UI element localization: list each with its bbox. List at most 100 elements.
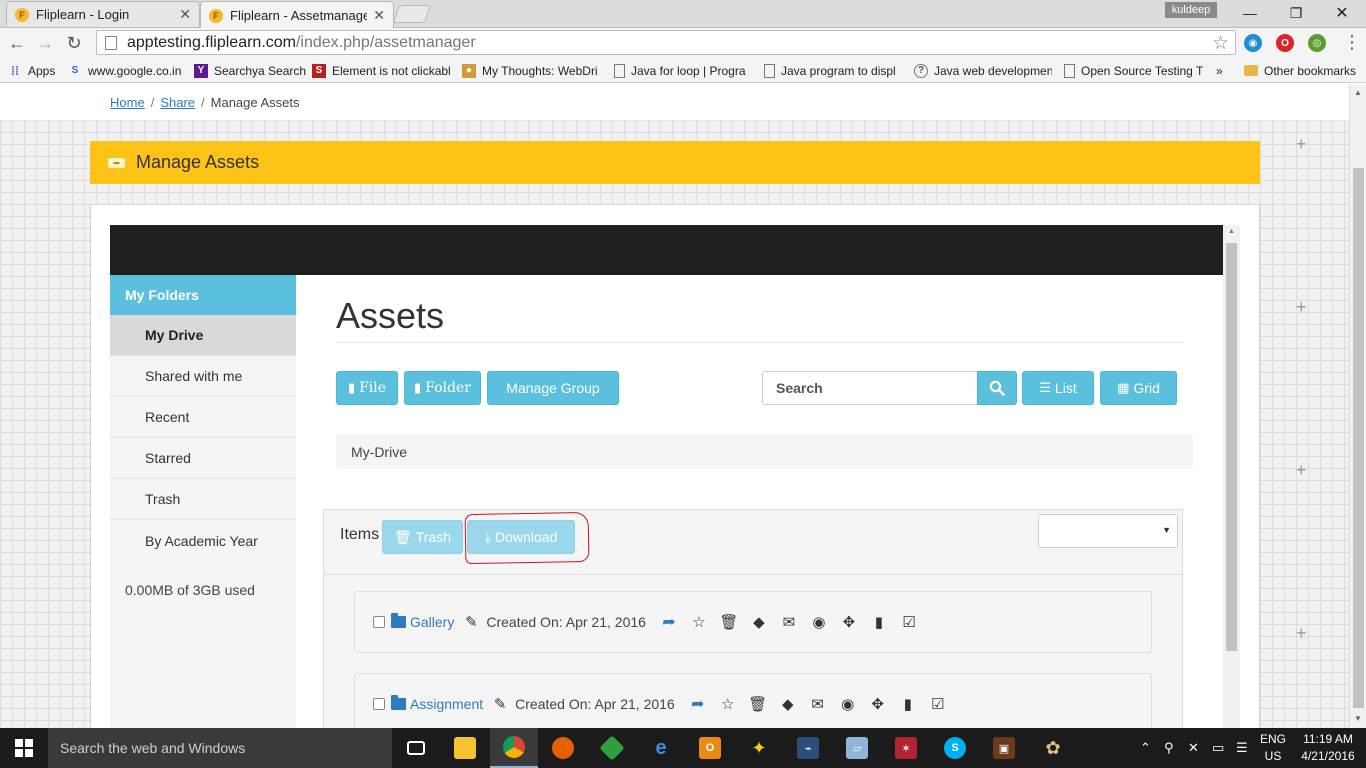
taskbar-app-notes[interactable]: ▱ <box>833 728 881 768</box>
list-view-button[interactable]: ☰ List <box>1022 371 1094 405</box>
search-input[interactable]: Search <box>762 371 978 405</box>
opera-extension-icon[interactable]: O <box>1276 34 1294 52</box>
folder-checkbox[interactable] <box>373 616 385 628</box>
close-window-icon[interactable]: ✕ <box>1319 0 1365 26</box>
sidebar-item-trash[interactable]: Trash <box>110 479 296 520</box>
show-hidden-icons-icon[interactable]: ⌃ <box>1140 740 1151 756</box>
bookmark-searchya[interactable]: Y Searchya Search <box>194 62 306 79</box>
trash-button[interactable]: 🗑 Trash <box>382 520 463 554</box>
taskbar-file-explorer[interactable] <box>441 728 489 768</box>
taskbar-paint[interactable]: ✿ <box>1029 728 1077 768</box>
scroll-down-icon[interactable]: ▼ <box>1354 714 1362 723</box>
page-scrollbar[interactable]: ▲ ▼ <box>1349 84 1366 728</box>
windows-start-button[interactable] <box>0 728 48 768</box>
rename-pencil-icon[interactable]: ✎ <box>491 695 509 713</box>
edit-icon[interactable]: ☑ <box>923 695 953 713</box>
task-view-button[interactable] <box>392 728 440 768</box>
other-bookmarks[interactable]: Other bookmarks <box>1244 62 1364 79</box>
frame-scrollbar[interactable]: ▲ <box>1223 225 1240 728</box>
bookmark-open-source-testing[interactable]: Open Source Testing T <box>1064 62 1204 79</box>
preview-eye-icon[interactable]: ◉ <box>804 613 834 631</box>
email-icon[interactable]: ✉ <box>774 613 804 631</box>
page-info-icon[interactable] <box>105 35 117 50</box>
scrollbar-thumb[interactable] <box>1226 243 1237 651</box>
bookmark-google[interactable]: S www.google.co.in <box>68 62 188 79</box>
tab-fliplearn-assetmanager[interactable]: F Fliplearn - Assetmanager ✕ <box>200 1 394 29</box>
taskbar-chrome[interactable] <box>490 728 538 768</box>
add-file-button[interactable]: ▮ File <box>336 371 398 405</box>
extension-icon[interactable]: ◎ <box>1308 34 1326 52</box>
taskbar-app-terminal[interactable]: ⌁ <box>784 728 832 768</box>
bookmark-apps[interactable]: ⁞⁞ Apps <box>8 62 60 79</box>
tags-icon[interactable]: ◆ <box>773 695 803 713</box>
chrome-menu-icon[interactable]: ⋮ <box>1343 33 1361 51</box>
taskbar-search-input[interactable]: Search the web and Windows <box>48 728 392 768</box>
bookmark-star-icon[interactable]: ☆ <box>1212 32 1229 55</box>
star-icon[interactable]: ☆ <box>684 613 714 631</box>
search-button[interactable] <box>977 371 1017 405</box>
star-icon[interactable]: ☆ <box>713 695 743 713</box>
scroll-up-icon[interactable]: ▲ <box>1228 228 1235 235</box>
rename-pencil-icon[interactable]: ✎ <box>462 613 480 631</box>
share-icon[interactable]: ➦ <box>654 612 684 632</box>
scrollbar-thumb[interactable] <box>1353 168 1364 708</box>
move-icon[interactable]: ✥ <box>834 613 864 631</box>
book-icon[interactable]: ▮ <box>864 613 894 631</box>
trash-icon[interactable]: 🗑 <box>714 613 744 631</box>
taskbar-fliplearn-app[interactable] <box>588 728 636 768</box>
taskbar-clock[interactable]: 11:19 AM 4/21/2016 <box>1298 731 1358 765</box>
sidebar-item-my-drive[interactable]: My Drive <box>110 315 296 356</box>
new-tab-button[interactable] <box>392 5 432 23</box>
sidebar-item-shared-with-me[interactable]: Shared with me <box>110 356 296 397</box>
edit-icon[interactable]: ☑ <box>894 613 924 631</box>
back-icon[interactable]: ← <box>5 31 29 55</box>
restore-icon[interactable]: ❐ <box>1273 0 1319 26</box>
add-folder-button[interactable]: ▮ Folder <box>404 371 481 405</box>
sidebar-item-by-academic-year[interactable]: By Academic Year <box>110 520 296 561</box>
bookmark-java-web-development[interactable]: ? Java web developmen <box>914 62 1052 79</box>
forward-icon[interactable]: → <box>33 31 57 55</box>
taskbar-firefox[interactable] <box>539 728 587 768</box>
book-icon[interactable]: ▮ <box>893 695 923 713</box>
folder-checkbox[interactable] <box>373 698 385 710</box>
close-icon[interactable]: ✕ <box>179 6 191 23</box>
minimize-icon[interactable]: — <box>1227 0 1273 26</box>
tab-fliplearn-login[interactable]: F Fliplearn - Login ✕ <box>6 1 200 27</box>
sidebar-item-starred[interactable]: Starred <box>110 438 296 479</box>
taskbar-skype[interactable]: S <box>931 728 979 768</box>
volume-muted-icon[interactable]: ✕ <box>1188 740 1199 756</box>
reload-icon[interactable]: ↻ <box>62 31 86 55</box>
input-language[interactable]: ENG US <box>1258 731 1288 765</box>
action-center-icon[interactable]: ☰ <box>1236 740 1248 756</box>
bookmark-java-program[interactable]: Java program to displ <box>764 62 902 79</box>
bookmark-java-for-loop[interactable]: Java for loop | Progra <box>614 62 754 79</box>
bookmark-element-not-clickable[interactable]: S Element is not clickabl <box>312 62 452 79</box>
taskbar-app-antenna[interactable]: ✦ <box>735 728 783 768</box>
breadcrumb-share-link[interactable]: Share <box>160 95 195 110</box>
breadcrumb-home-link[interactable]: Home <box>110 95 145 110</box>
folder-name-link[interactable]: Assignment <box>410 696 483 712</box>
address-bar[interactable]: apptesting.fliplearn.com/index.php/asset… <box>96 30 1236 55</box>
battery-icon[interactable]: ▭ <box>1212 740 1224 756</box>
manage-group-button[interactable]: Manage Group <box>487 371 619 405</box>
translate-extension-icon[interactable]: ◉ <box>1244 34 1262 52</box>
folder-name-link[interactable]: Gallery <box>410 614 454 630</box>
grid-view-button[interactable]: ▦ Grid <box>1100 371 1177 405</box>
trash-icon[interactable]: 🗑 <box>743 695 773 713</box>
profile-badge[interactable]: kuldeep <box>1165 2 1217 18</box>
preview-eye-icon[interactable]: ◉ <box>833 695 863 713</box>
sort-select[interactable]: ▼ <box>1038 514 1178 548</box>
taskbar-app-jmeter[interactable]: ✶ <box>882 728 930 768</box>
taskbar-app-game[interactable]: ▣ <box>980 728 1028 768</box>
close-icon[interactable]: ✕ <box>373 7 385 24</box>
scroll-up-icon[interactable]: ▲ <box>1354 88 1362 97</box>
move-icon[interactable]: ✥ <box>863 695 893 713</box>
sidebar-item-recent[interactable]: Recent <box>110 397 296 438</box>
email-icon[interactable]: ✉ <box>803 695 833 713</box>
tags-icon[interactable]: ◆ <box>744 613 774 631</box>
taskbar-edge[interactable]: e <box>637 728 685 768</box>
bookmarks-overflow-button[interactable]: » <box>1216 62 1230 79</box>
share-icon[interactable]: ➦ <box>683 694 713 714</box>
bookmark-my-thoughts[interactable]: ● My Thoughts: WebDri <box>462 62 602 79</box>
taskbar-outlook[interactable]: O <box>686 728 734 768</box>
